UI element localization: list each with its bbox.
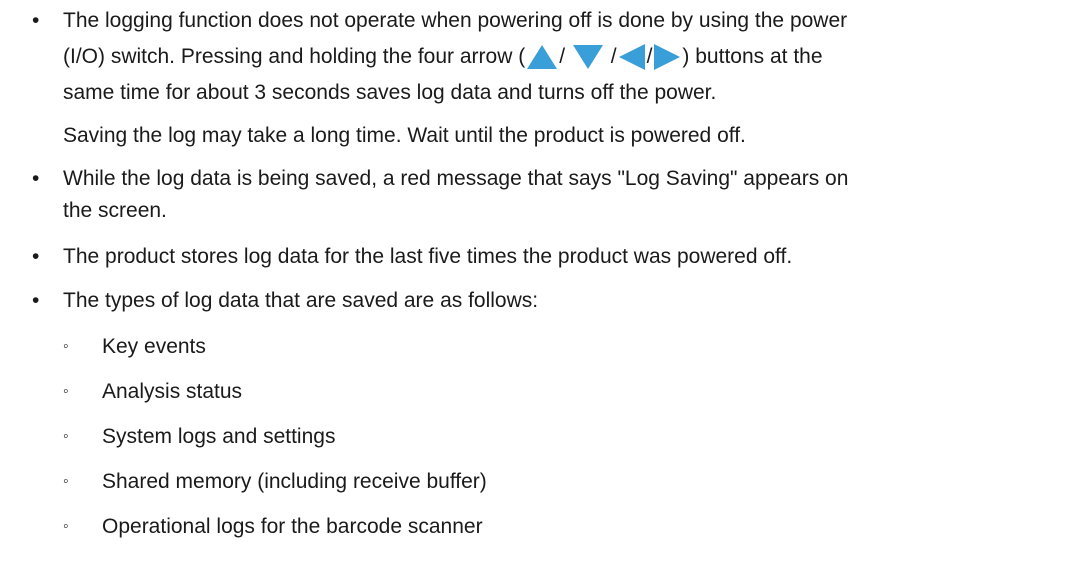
bullet-marker: • [32, 289, 40, 312]
sub-list-text: System logs and settings [102, 425, 336, 448]
bullet-text-line: same time for about 3 seconds saves log … [63, 81, 717, 104]
sub-bullet-marker: ◦ [63, 383, 69, 400]
arrow-down-icon [572, 44, 604, 70]
bullet-text-line: The types of log data that are saved are… [63, 289, 539, 312]
separator: / [610, 45, 617, 68]
text-segment: ) buttons at the [682, 45, 823, 68]
arrow-right-icon [653, 43, 681, 71]
arrow-left-icon [618, 43, 646, 71]
sub-list-text: Shared memory (including receive buffer) [102, 470, 487, 493]
document-body: • The logging function does not operate … [0, 0, 1080, 581]
bullet-text-line-with-arrows: (I/O) switch. Pressing and holding the f… [63, 40, 1063, 74]
bullet-text-line: The logging function does not operate wh… [63, 9, 848, 32]
bullet-marker: • [32, 9, 40, 32]
sub-list-text: Key events [102, 335, 206, 358]
bullet-marker: • [32, 245, 40, 268]
sub-bullet-marker: ◦ [63, 338, 69, 355]
text-segment: (I/O) switch. Pressing and holding the f… [63, 45, 526, 68]
sub-list-text: Operational logs for the barcode scanner [102, 515, 483, 538]
bullet-text-line: While the log data is being saved, a red… [63, 167, 849, 190]
separator: / [559, 45, 566, 68]
separator: / [646, 45, 653, 68]
sub-bullet-marker: ◦ [63, 428, 69, 445]
bullet-marker: • [32, 167, 40, 190]
bullet-text-line: the screen. [63, 199, 167, 222]
sub-bullet-marker: ◦ [63, 473, 69, 490]
sub-bullet-marker: ◦ [63, 518, 69, 535]
arrow-up-icon [526, 44, 558, 70]
bullet-text-line: The product stores log data for the last… [63, 245, 793, 268]
sub-list-text: Analysis status [102, 380, 243, 403]
note-text: Saving the log may take a long time. Wai… [63, 124, 746, 147]
